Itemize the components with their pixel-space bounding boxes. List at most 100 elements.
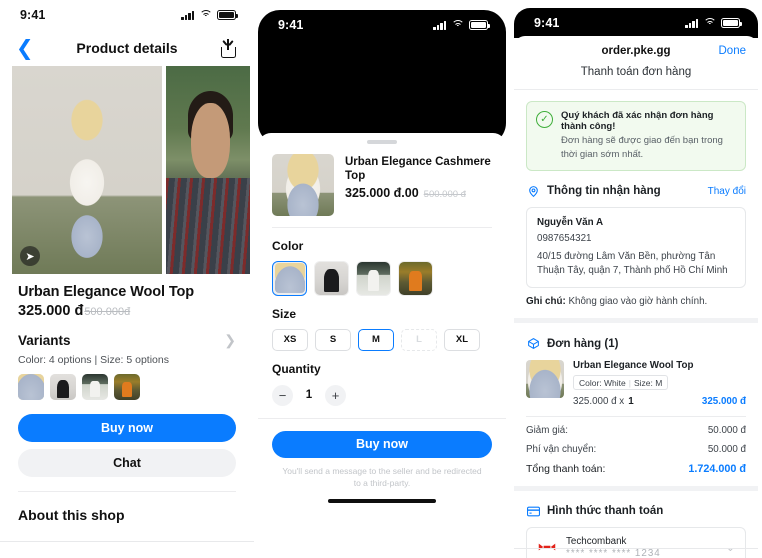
status-bar-icons [685,18,743,28]
product-price-row: 325.000 đ.00 500.000 đ [345,186,492,200]
alert-body: Đơn hàng sẽ được giao đến bạn trong thời… [561,135,723,160]
product-price-original: 500.000đ [84,306,131,318]
size-option-m[interactable]: M [358,328,394,351]
product-price-row: 325.000 đ 500.000đ [18,303,236,319]
color-section-label: Color [272,238,304,253]
status-bar-icons [181,10,239,20]
order-success-alert: ✓ Quý khách đã xác nhận đơn hàng thành c… [526,101,746,171]
sheet-product-row: Urban Elegance Cashmere Top 325.000 đ.00… [272,153,492,216]
product-title: Urban Elegance Wool Top [18,284,195,300]
summary-row-shipping: Phí vận chuyển: 50.000 đ [526,444,746,455]
checkout-body: ✓ Quý khách đã xác nhận đơn hàng thành c… [514,101,758,318]
chat-button[interactable]: Chat [18,449,236,477]
delivery-note-label: Ghi chú: [526,296,566,308]
location-pin-icon [526,184,541,199]
phone-dark-backdrop: 9:41 [258,10,506,145]
variants-row[interactable]: Variants ❯ [18,332,236,349]
divider-bottom [514,548,758,549]
color-option-white-outfit[interactable] [356,260,391,296]
screen-checkout: 9:41 order.pke.gg Done Thanh toán đơn hà… [510,0,762,558]
minus-icon[interactable]: − [272,384,293,406]
browser-url-bar: order.pke.gg Done [514,36,758,66]
attr-color: Color: White [579,377,626,388]
sheet-body: Urban Elegance Cashmere Top 325.000 đ.00… [258,144,506,503]
recipient-address: 40/15 đường Lâm Văn Bền, phường Tân Thuậ… [537,250,728,276]
order-item-row: Urban Elegance Wool Top Color: White | Siz… [526,360,746,407]
alert-text: Quý khách đã xác nhận đơn hàng thành côn… [561,110,736,162]
status-bar-screen2: 9:41 [258,10,506,40]
payment-method-info: Techcombank **** **** **** 1234 [566,536,661,558]
size-option-xs[interactable]: XS [272,328,308,351]
order-item-unit-price: 325.000 đ x [573,395,625,407]
status-bar-time: 9:41 [278,18,304,32]
done-button[interactable]: Done [719,45,747,57]
battery-icon [217,10,239,20]
payment-section: Hình thức thanh toán Techcombank **** **… [514,504,758,558]
product-details-body: Urban Elegance Wool Top 325.000 đ 500.00… [0,274,254,542]
screen-product-details: 9:41 ❮ Product details ➤ Urban Elegance … [0,0,254,558]
plus-icon[interactable]: + [325,384,346,406]
order-item-quantity: 1 [628,395,634,407]
buy-now-button[interactable]: Buy now [18,414,236,442]
size-section-label: Size [272,306,297,321]
summary-row-discount: Giảm giá: 50.000 đ [526,425,746,436]
order-section-header: Đơn hàng (1) [526,336,746,351]
product-info: Urban Elegance Cashmere Top 325.000 đ.00… [345,154,492,216]
screen-product-sheet: 9:41 Urban Elegance Cashmere Top 325.000… [254,0,510,558]
cellular-signal-icon [685,18,698,28]
color-option-orange-jacket[interactable] [398,260,433,296]
share-icon[interactable] [220,38,238,58]
payment-section-header: Hình thức thanh toán [526,504,746,519]
order-item-thumbnail [526,360,564,399]
color-option-white-top[interactable] [272,260,307,296]
chevron-left-icon[interactable]: ❮ [16,38,34,59]
chevron-right-icon[interactable]: ❯ [224,332,236,349]
change-address-link[interactable]: Thay đổi [708,186,746,197]
variant-swatch-white-outfit[interactable] [82,374,108,400]
flash-off-icon[interactable]: ➤ [20,246,40,266]
bottom-sheet: Urban Elegance Cashmere Top 325.000 đ.00… [258,133,506,558]
variant-swatch-white-top[interactable] [18,374,44,400]
grand-total-label: Tổng thanh toán: [526,462,606,475]
checkout-disclaimer: You'll send a message to the seller and … [282,465,482,488]
wifi-icon [199,10,212,20]
payment-section-title: Hình thức thanh toán [547,505,664,518]
credit-card-icon [526,504,541,519]
order-section-title: Đơn hàng (1) [547,337,619,350]
variants-summary: Color: 4 options | Size: 5 options [18,354,169,366]
alert-title: Quý khách đã xác nhận đơn hàng thành côn… [561,110,714,132]
size-option-s[interactable]: S [315,328,351,351]
divider [526,415,746,417]
order-item-attributes: Color: White | Size: M [573,375,669,391]
status-bar-screen1: 9:41 [0,0,254,30]
navigation-bar: ❮ Product details [0,30,254,66]
summary-value: 50.000 đ [707,443,746,455]
shipping-section-header: Thông tin nhận hàng Thay đổi [526,184,746,199]
product-thumbnail [272,153,334,216]
battery-icon [469,20,491,30]
wifi-icon [703,18,716,28]
divider [514,89,758,90]
divider [272,226,492,228]
delivery-note-value: Không giao vào giờ hành chính. [565,296,708,308]
variant-swatch-black-top[interactable] [50,374,76,400]
quantity-section-label: Quantity [272,361,321,376]
in-app-browser-sheet: order.pke.gg Done Thanh toán đơn hàng ✓ … [514,36,758,558]
status-bar-screen3: 9:41 [514,8,758,38]
payment-method-card[interactable]: Techcombank **** **** **** 1234 ⌄ [526,526,746,558]
size-option-xl[interactable]: XL [444,328,480,351]
gallery-image-secondary[interactable] [166,66,250,274]
color-option-row [272,260,492,296]
divider [18,491,236,492]
variant-swatch-orange-jacket[interactable] [114,374,140,400]
gallery-image-primary[interactable]: ➤ [12,66,162,274]
summary-label: Phí vận chuyển: [526,443,597,455]
check-circle-icon: ✓ [536,111,553,128]
wifi-icon [451,20,464,30]
buy-now-button[interactable]: Buy now [272,430,492,458]
size-option-l: L [401,328,437,351]
product-image-gallery[interactable]: ➤ [0,66,254,274]
order-item-name: Urban Elegance Wool Top [573,360,694,372]
color-option-black-top[interactable] [314,260,349,296]
page-title: Product details [76,40,178,56]
